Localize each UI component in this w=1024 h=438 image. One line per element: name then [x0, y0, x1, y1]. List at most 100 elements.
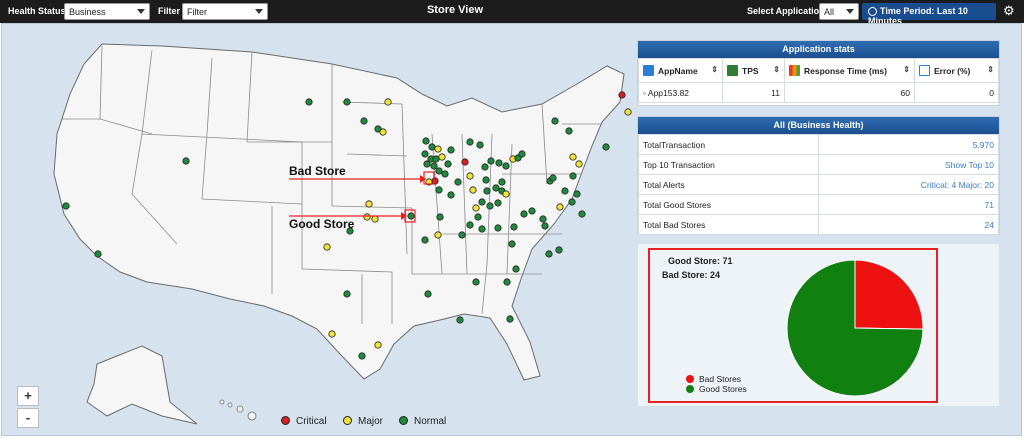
store-marker-normal[interactable] [539, 215, 547, 223]
store-marker-critical[interactable] [431, 177, 439, 185]
store-marker-normal[interactable] [578, 210, 586, 218]
time-period-button[interactable]: Time Period: Last 10 Minutes [862, 3, 996, 26]
app-name-cell[interactable]: ▫ App153.82 [638, 82, 723, 103]
good-stores-value[interactable]: 71 [818, 194, 999, 215]
store-marker-normal[interactable] [435, 186, 443, 194]
store-marker-normal[interactable] [492, 184, 500, 192]
store-marker-normal[interactable] [482, 176, 490, 184]
store-marker-major[interactable] [466, 172, 474, 180]
store-marker-normal[interactable] [602, 143, 610, 151]
store-marker-normal[interactable] [483, 187, 491, 195]
store-marker-normal[interactable] [487, 157, 495, 165]
store-marker-normal[interactable] [541, 222, 549, 230]
store-marker-normal[interactable] [549, 174, 557, 182]
store-marker-normal[interactable] [447, 191, 455, 199]
pie-slice-bad-stores[interactable] [854, 259, 924, 330]
store-marker-normal[interactable] [421, 236, 429, 244]
store-marker-normal[interactable] [494, 224, 502, 232]
store-marker-major[interactable] [469, 186, 477, 194]
store-marker-normal[interactable] [510, 223, 518, 231]
store-marker-normal[interactable] [555, 246, 563, 254]
health-status-select[interactable]: Business [64, 3, 150, 20]
store-marker-normal[interactable] [422, 137, 430, 145]
store-marker-normal[interactable] [94, 250, 102, 258]
store-marker-critical[interactable] [618, 91, 626, 99]
store-marker-major[interactable] [323, 243, 331, 251]
table-row[interactable]: ▫ App153.82 11 60 0 [638, 82, 999, 103]
store-marker-normal[interactable] [305, 98, 313, 106]
bad-stores-value[interactable]: 24 [818, 214, 999, 235]
store-marker-normal[interactable] [551, 117, 559, 125]
store-marker-normal[interactable] [358, 352, 366, 360]
store-marker-major[interactable] [569, 153, 577, 161]
store-marker-major[interactable] [365, 200, 373, 208]
store-marker-normal[interactable] [494, 199, 502, 207]
store-marker-normal[interactable] [472, 278, 480, 286]
store-marker-normal[interactable] [436, 213, 444, 221]
store-marker-normal[interactable] [428, 143, 436, 151]
store-marker-normal[interactable] [481, 163, 489, 171]
store-marker-major[interactable] [434, 145, 442, 153]
store-marker-normal[interactable] [498, 178, 506, 186]
store-marker-normal[interactable] [458, 231, 466, 239]
store-marker-normal[interactable] [444, 160, 452, 168]
store-marker-normal[interactable] [430, 162, 438, 170]
store-marker-normal[interactable] [474, 213, 482, 221]
store-marker-normal[interactable] [520, 210, 528, 218]
zoom-out-button[interactable]: - [17, 408, 39, 428]
total-alerts-value[interactable]: Critical: 4 Major: 20 [818, 174, 999, 195]
store-marker-normal[interactable] [568, 198, 576, 206]
store-marker-normal[interactable] [478, 198, 486, 206]
store-marker-normal[interactable] [565, 127, 573, 135]
store-marker-normal[interactable] [62, 202, 70, 210]
gear-icon[interactable]: ⚙ [1003, 3, 1015, 19]
column-appname[interactable]: AppName ⇕ [638, 58, 723, 83]
show-top10-link[interactable]: Show Top 10 [818, 154, 999, 175]
store-marker-major[interactable] [434, 231, 442, 239]
store-marker-major[interactable] [502, 190, 510, 198]
store-marker-normal[interactable] [432, 155, 440, 163]
store-marker-normal[interactable] [503, 278, 511, 286]
store-marker-major[interactable] [575, 160, 583, 168]
store-marker-normal[interactable] [476, 141, 484, 149]
store-marker-normal[interactable] [441, 170, 449, 178]
store-marker-normal[interactable] [506, 315, 514, 323]
store-marker-normal[interactable] [478, 225, 486, 233]
store-marker-normal[interactable] [545, 250, 553, 258]
store-marker-major[interactable] [379, 128, 387, 136]
store-marker-normal[interactable] [512, 265, 520, 273]
store-marker-critical[interactable] [461, 158, 469, 166]
store-marker-normal[interactable] [573, 190, 581, 198]
store-marker-normal[interactable] [435, 167, 443, 175]
column-response-time[interactable]: Response Time (ms) ⇕ [784, 58, 915, 83]
store-marker-major[interactable] [374, 341, 382, 349]
store-marker-normal[interactable] [454, 178, 462, 186]
store-marker-normal[interactable] [518, 150, 526, 158]
store-marker-major[interactable] [438, 153, 446, 161]
store-marker-normal[interactable] [456, 316, 464, 324]
store-marker-normal[interactable] [486, 202, 494, 210]
application-select[interactable]: All [819, 3, 859, 20]
store-marker-normal[interactable] [561, 187, 569, 195]
store-marker-normal[interactable] [502, 162, 510, 170]
filter-select[interactable]: Filter [182, 3, 268, 20]
store-marker-normal[interactable] [424, 290, 432, 298]
store-marker-normal[interactable] [466, 138, 474, 146]
store-marker-normal[interactable] [447, 146, 455, 154]
store-marker-normal[interactable] [495, 159, 503, 167]
zoom-in-button[interactable]: + [17, 386, 39, 406]
store-marker-normal[interactable] [407, 212, 415, 220]
store-marker-major[interactable] [371, 215, 379, 223]
store-marker-normal[interactable] [508, 240, 516, 248]
store-marker-normal[interactable] [528, 207, 536, 215]
column-error[interactable]: Error (%) ⇕ [914, 58, 999, 83]
store-marker-major[interactable] [363, 213, 371, 221]
store-marker-major[interactable] [328, 330, 336, 338]
column-tps[interactable]: TPS ⇕ [722, 58, 785, 83]
store-marker-normal[interactable] [343, 98, 351, 106]
store-marker-major[interactable] [624, 108, 632, 116]
store-marker-major[interactable] [384, 98, 392, 106]
store-marker-normal[interactable] [182, 157, 190, 165]
store-marker-normal[interactable] [423, 160, 431, 168]
store-marker-normal[interactable] [569, 172, 577, 180]
